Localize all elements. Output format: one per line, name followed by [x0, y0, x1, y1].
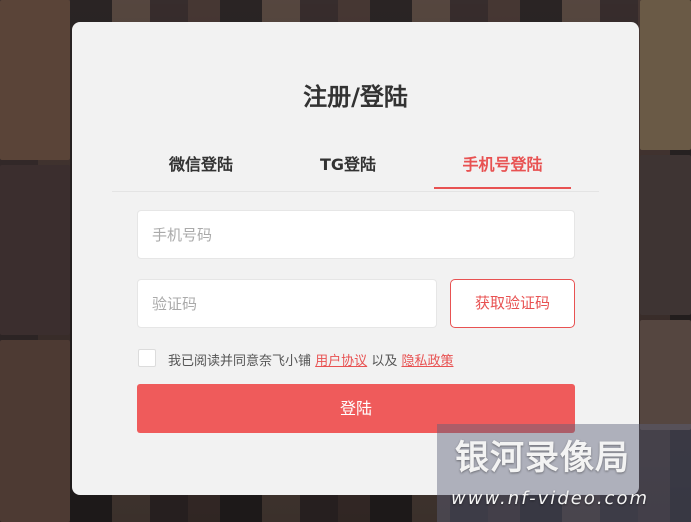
tab-tg-login[interactable]: TG登陆 — [318, 149, 378, 189]
tabs-divider — [112, 191, 599, 192]
agreement-and: 以及 — [371, 354, 398, 369]
watermark-url: www.nf-video.com — [451, 488, 649, 509]
user-agreement-link[interactable]: 用户协议 — [315, 354, 367, 369]
login-tabs: 微信登陆 TG登陆 手机号登陆 — [165, 149, 571, 189]
tab-phone-login[interactable]: 手机号登陆 — [434, 149, 571, 189]
phone-input[interactable] — [137, 210, 575, 259]
get-code-button[interactable]: 获取验证码 — [450, 279, 575, 328]
watermark-title: 银河录像局 — [455, 438, 630, 478]
poster-tile — [640, 320, 691, 430]
poster-tile — [640, 155, 691, 315]
watermark: 银河录像局 www.nf-video.com — [437, 424, 691, 522]
agreement-prefix: 我已阅读并同意奈飞小铺 — [168, 354, 312, 369]
code-input[interactable] — [137, 279, 437, 328]
poster-tile — [0, 0, 70, 160]
tab-wechat-login[interactable]: 微信登陆 — [165, 149, 237, 189]
agree-checkbox[interactable] — [138, 349, 156, 367]
modal-title: 注册/登陆 — [303, 83, 408, 111]
poster-tile — [640, 0, 691, 150]
agreement-text: 我已阅读并同意奈飞小铺 用户协议 以及 隐私政策 — [168, 350, 453, 369]
poster-tile — [0, 165, 70, 335]
poster-tile — [0, 340, 70, 522]
privacy-policy-link[interactable]: 隐私政策 — [401, 354, 453, 369]
